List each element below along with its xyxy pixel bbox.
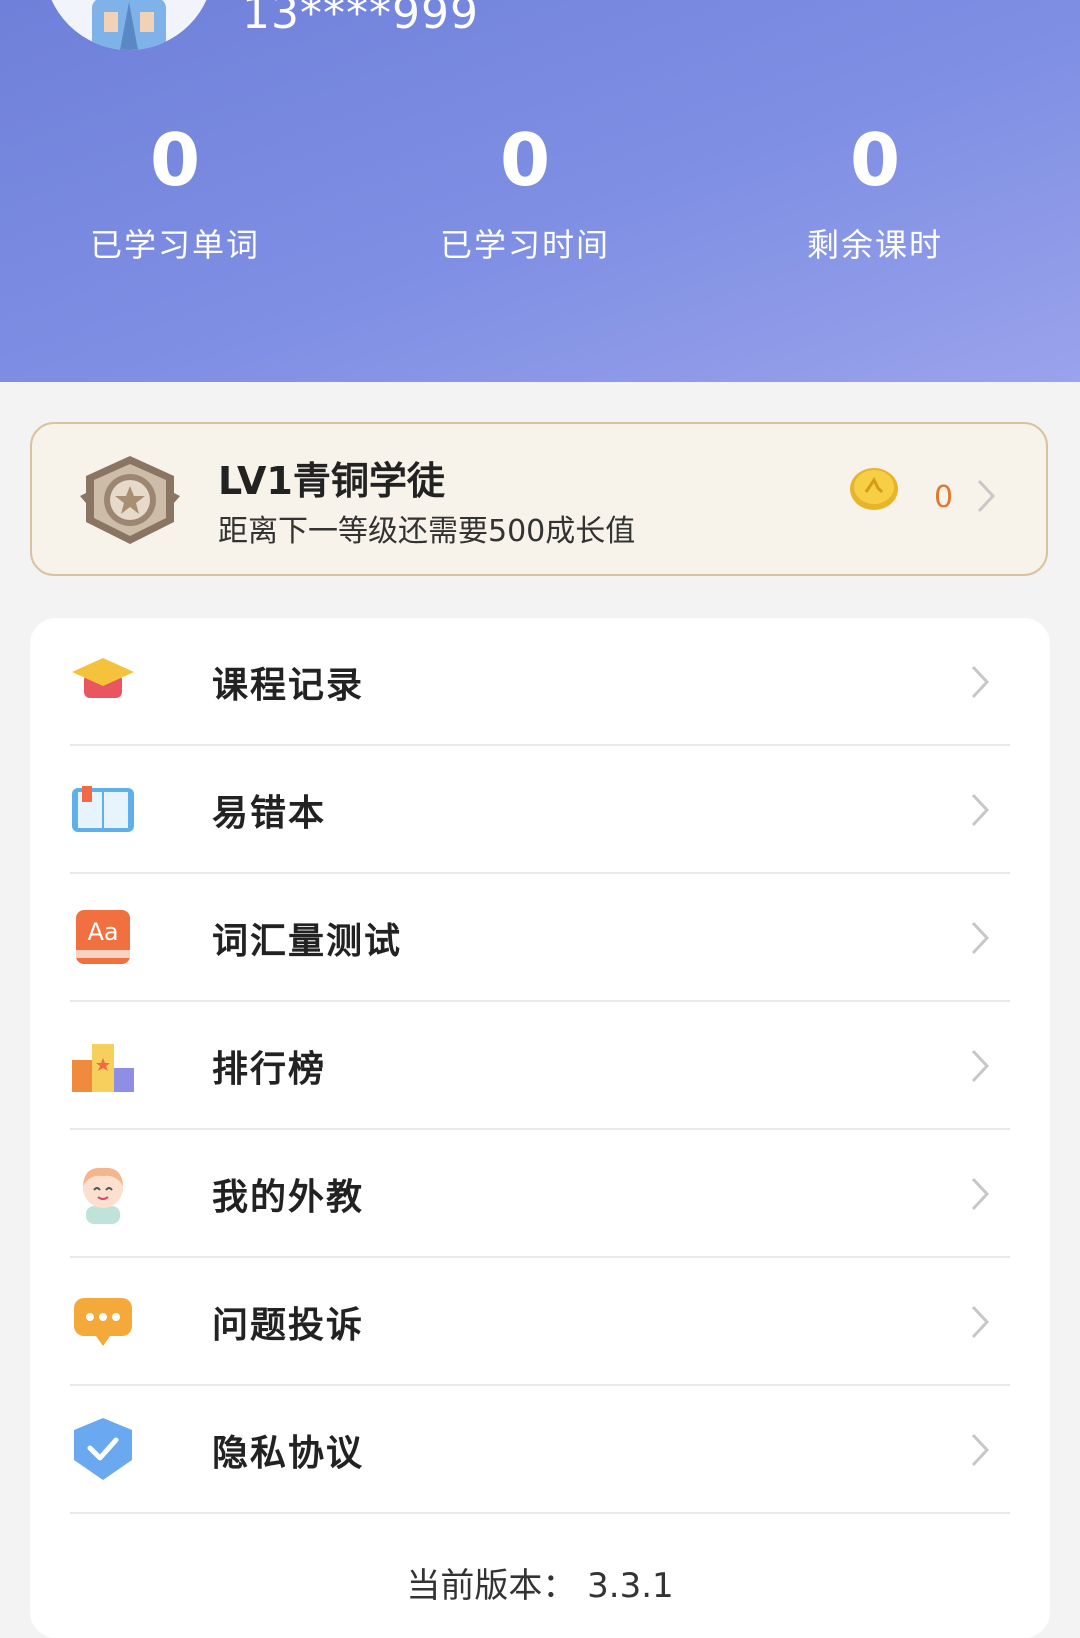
- stat-value: 0: [499, 118, 551, 202]
- menu-item-vocab-test[interactable]: Aa 词汇量测试: [70, 874, 1010, 1002]
- vocab-test-icon: Aa: [76, 910, 130, 964]
- level-title: LV1青铜学徒: [218, 459, 445, 503]
- chevron-right-icon: [971, 921, 990, 955]
- menu-item-leaderboard[interactable]: 排行榜: [70, 1002, 1010, 1130]
- stat-remaining-lessons[interactable]: 0 剩余课时: [725, 118, 1025, 266]
- coin-count: 0: [934, 480, 954, 515]
- menu-item-complaints[interactable]: 问题投诉: [70, 1258, 1010, 1386]
- chevron-right-icon: [971, 1433, 990, 1467]
- teacher-icon: [83, 1167, 123, 1224]
- chevron-right-icon: [971, 793, 990, 827]
- app-version: 当前版本： 3.3.1: [406, 1566, 674, 1606]
- stat-learned-time[interactable]: 0 已学习时间: [375, 118, 675, 266]
- stat-label: 剩余课时: [806, 226, 943, 264]
- chat-icon: [74, 1298, 132, 1346]
- user-phone: 13****999: [242, 0, 479, 39]
- level-card[interactable]: LV1青铜学徒 距离下一等级还需要500成长值 0: [30, 422, 1048, 576]
- book-icon: [72, 786, 134, 832]
- chevron-right-icon: [971, 1049, 990, 1083]
- chevron-right-icon: [971, 1305, 990, 1339]
- chevron-right-icon: [971, 1177, 990, 1211]
- svg-text:Aa: Aa: [87, 918, 118, 946]
- menu-item-mistake-book[interactable]: 易错本: [70, 746, 1010, 874]
- podium-icon: [72, 1044, 134, 1092]
- menu-list: 课程记录 易错本 Aa 词汇量测试 排行榜 我的外教 问题投诉 隐私协议 当前版…: [30, 618, 1050, 1638]
- coin-icon: [850, 468, 898, 510]
- menu-item-label: 课程记录: [212, 665, 365, 706]
- menu-item-label: 问题投诉: [212, 1305, 365, 1346]
- level-progress-text: 距离下一等级还需要500成长值: [218, 514, 636, 549]
- stat-value: 0: [149, 118, 201, 202]
- menu-item-label: 易错本: [212, 793, 327, 834]
- stat-label: 已学习时间: [439, 226, 610, 264]
- menu-item-course-records[interactable]: 课程记录: [70, 618, 1010, 746]
- stat-label: 已学习单词: [89, 226, 260, 264]
- menu-item-label: 我的外教: [212, 1177, 365, 1218]
- menu-item-privacy[interactable]: 隐私协议: [70, 1386, 1010, 1514]
- stat-value: 0: [849, 118, 901, 202]
- avatar[interactable]: [44, 0, 214, 50]
- menu-item-my-teacher[interactable]: 我的外教: [70, 1130, 1010, 1258]
- menu-item-label: 词汇量测试: [212, 921, 403, 962]
- chevron-right-icon: [971, 665, 990, 699]
- menu-item-label: 隐私协议: [212, 1433, 365, 1474]
- stat-learned-words[interactable]: 0 已学习单词: [25, 118, 325, 266]
- bronze-badge-icon: [80, 456, 180, 544]
- profile-header: 13****999 0 已学习单词 0 已学习时间 0 剩余课时: [0, 0, 1080, 382]
- graduation-cap-icon: [72, 658, 134, 698]
- shield-check-icon: [74, 1418, 132, 1480]
- chevron-right-icon: [977, 479, 996, 513]
- menu-item-label: 排行榜: [212, 1049, 327, 1090]
